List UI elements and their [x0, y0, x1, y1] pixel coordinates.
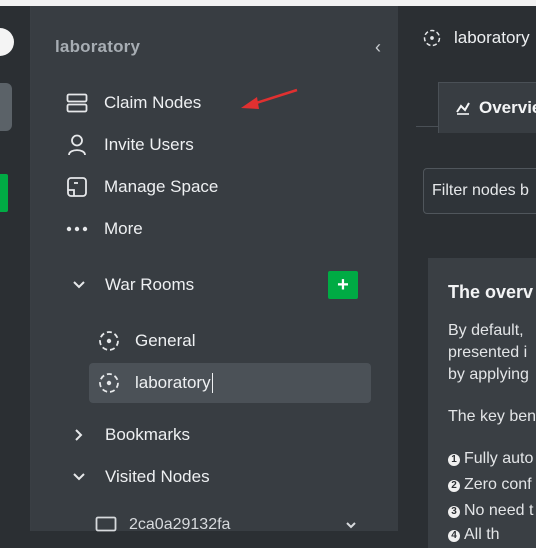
card-text-line: The key ben [448, 408, 536, 425]
room-icon [99, 373, 119, 393]
nav-label: More [104, 219, 143, 238]
overview-icon [456, 102, 470, 115]
card-heading: The overv [448, 282, 534, 302]
space-avatar[interactable] [0, 28, 14, 56]
nav-label: Manage Space [104, 177, 219, 196]
card-text-line: By default, [448, 322, 524, 339]
war-rooms-toggle[interactable]: War Rooms [71, 271, 194, 299]
bookmarks-toggle[interactable]: Bookmarks [71, 421, 190, 449]
chevron-down-icon[interactable] [345, 521, 357, 531]
active-space-indicator[interactable] [0, 83, 12, 131]
bullet-number-icon: 3 [448, 506, 460, 518]
nav-more[interactable]: More [65, 215, 143, 243]
card-bullet: 1 Fully auto [448, 450, 533, 468]
room-header: laboratory [422, 28, 530, 48]
card-text-line: presented i [448, 344, 528, 361]
manage-space-icon [65, 175, 89, 199]
room-icon [99, 331, 119, 351]
annotation-arrow [241, 88, 298, 109]
room-title: laboratory [454, 28, 530, 47]
room-laboratory[interactable]: laboratory [89, 363, 371, 403]
bullet-number-icon: 4 [448, 530, 460, 542]
war-rooms-label: War Rooms [105, 275, 195, 294]
bullet-number-icon: 1 [448, 454, 460, 466]
nav-manage-space[interactable]: Manage Space [65, 173, 218, 201]
filter-nodes-input[interactable]: Filter nodes b [423, 168, 536, 214]
collapse-sidebar-icon[interactable]: ‹ [375, 37, 381, 58]
user-icon [65, 133, 89, 157]
tab-label: Overvie [479, 98, 536, 117]
card-bullet: 4 All th [448, 526, 500, 544]
room-label: laboratory [135, 373, 211, 392]
bullet-number-icon: 2 [448, 480, 460, 492]
filter-placeholder: Filter nodes b [432, 182, 529, 199]
text-cursor [211, 373, 213, 393]
space-rail [0, 6, 31, 531]
main-panel: laboratory Overvie Filter nodes b The ov… [398, 6, 536, 548]
card-bullet: 3 No need t [448, 502, 533, 520]
visited-nodes-toggle[interactable]: Visited Nodes [71, 463, 210, 491]
add-space-button[interactable] [0, 174, 8, 212]
room-general[interactable]: General [89, 321, 371, 361]
visited-node-label: 2ca0a29132fa [129, 516, 231, 533]
nav-label: Invite Users [104, 135, 194, 154]
tab-overview[interactable]: Overvie [438, 82, 536, 133]
room-icon [423, 29, 441, 47]
nav-label: Claim Nodes [104, 93, 202, 112]
visited-nodes-label: Visited Nodes [105, 467, 210, 486]
space-title: laboratory [55, 37, 141, 56]
chevron-right-icon [75, 429, 83, 441]
add-war-room-button[interactable]: + [328, 271, 358, 299]
card-bullet: 2 Zero conf [448, 476, 532, 494]
card-text-line: by applying [448, 366, 529, 383]
nav-invite-users[interactable]: Invite Users [65, 131, 194, 159]
chevron-down-icon [73, 281, 85, 289]
overview-info-card: The overv By default, presented i by app… [428, 258, 536, 548]
nav-claim-nodes[interactable]: Claim Nodes [65, 89, 201, 117]
visited-node-item[interactable]: 2ca0a29132fa [95, 516, 230, 534]
tab-divider [416, 126, 438, 127]
chevron-down-icon [73, 473, 85, 481]
server-icon [65, 91, 89, 115]
monitor-icon [95, 516, 117, 532]
more-dots-icon [65, 217, 89, 241]
room-label: General [135, 331, 196, 350]
bookmarks-label: Bookmarks [105, 425, 191, 444]
sidebar: laboratory ‹ Claim Nodes Invite Users Ma… [31, 6, 398, 534]
